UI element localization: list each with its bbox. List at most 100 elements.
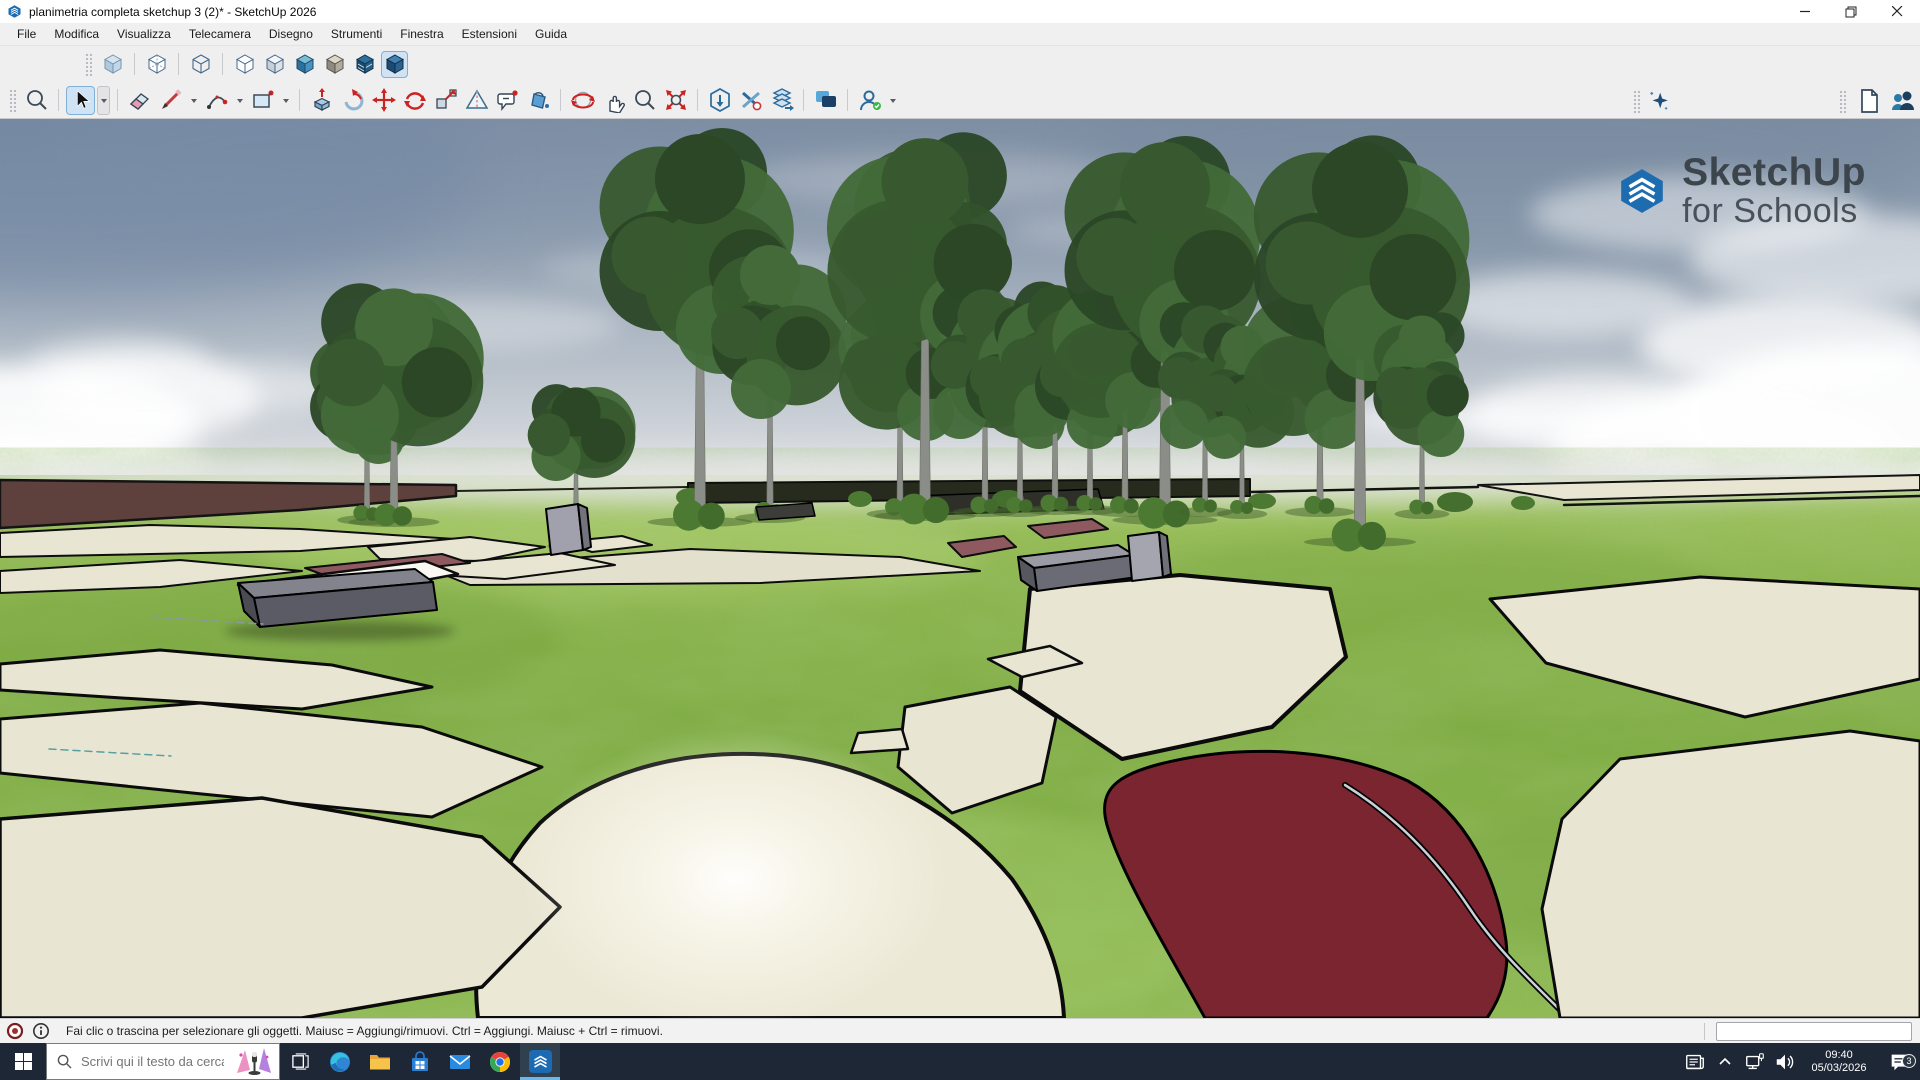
taskbar-app-sketchup[interactable] (520, 1043, 560, 1080)
taskbar-app-store[interactable] (400, 1043, 440, 1080)
minimize-button[interactable] (1782, 0, 1828, 23)
task-view-button[interactable] (280, 1043, 320, 1080)
select-tool-button[interactable] (66, 86, 95, 115)
zoom-search-button[interactable] (22, 86, 51, 115)
bush (1511, 496, 1535, 510)
style-wireframe-button[interactable] (187, 51, 214, 78)
close-button[interactable] (1874, 0, 1920, 23)
arc-tool-dropdown[interactable] (233, 87, 246, 114)
search-icon (24, 87, 50, 113)
pan-tool-button[interactable] (599, 86, 628, 115)
new-document-button[interactable] (1854, 86, 1883, 115)
paint-bucket-tool-button[interactable] (524, 86, 553, 115)
style-hidden-line-button[interactable] (231, 51, 258, 78)
rotate-tool-button[interactable] (400, 86, 429, 115)
info-icon (32, 1022, 50, 1040)
toolbar-grip[interactable] (1838, 89, 1846, 113)
orbit-tool-button[interactable] (568, 86, 597, 115)
measurements-input[interactable] (1716, 1022, 1912, 1041)
start-button[interactable] (0, 1043, 46, 1080)
scale-tool-button[interactable] (431, 86, 460, 115)
ai-assistant-button[interactable] (1644, 86, 1673, 115)
style-active-button[interactable] (381, 51, 408, 78)
extension-warehouse-button[interactable] (736, 86, 765, 115)
label-tool-button[interactable] (493, 86, 522, 115)
arc-tool-button[interactable] (202, 86, 231, 115)
back-edges-cube-icon (146, 52, 168, 76)
measure-tool-button[interactable] (462, 86, 491, 115)
style-xray-button[interactable] (99, 51, 126, 78)
taskbar-search[interactable] (46, 1043, 280, 1080)
bush (1437, 492, 1473, 512)
hidden-icons-button[interactable] (1710, 1054, 1740, 1070)
network-icon (1744, 1051, 1766, 1073)
account-dropdown[interactable] (886, 87, 899, 114)
monochrome-cube-icon (324, 52, 346, 76)
file-explorer-icon (368, 1050, 392, 1074)
menu-finestra[interactable]: Finestra (391, 24, 452, 44)
line-tool-dropdown[interactable] (187, 87, 200, 114)
pan-hand-icon (601, 87, 627, 113)
toolbar-grip[interactable] (8, 88, 16, 112)
cloud (1530, 176, 1870, 252)
stacked-layers-icon (769, 87, 795, 113)
action-center-button[interactable]: 3 (1878, 1051, 1920, 1073)
style-textured-dark-button[interactable] (351, 51, 378, 78)
news-widget-button[interactable] (1680, 1051, 1710, 1073)
menu-guida[interactable]: Guida (526, 24, 576, 44)
style-shaded-button[interactable] (261, 51, 288, 78)
feedback-chat-button[interactable] (811, 86, 840, 115)
3d-warehouse-button[interactable] (705, 86, 734, 115)
rectangle-tool-dropdown[interactable] (279, 87, 292, 114)
titlebar: planimetria completa sketchup 3 (2)* - S… (0, 0, 1920, 23)
statusbar: Fai clic o trascina per selezionare gli … (0, 1018, 1920, 1043)
move-tool-button[interactable] (369, 86, 398, 115)
rectangle-tool-button[interactable] (248, 86, 277, 115)
menu-disegno[interactable]: Disegno (260, 24, 322, 44)
sketchup-app-icon (528, 1049, 553, 1074)
line-tool-button[interactable] (156, 86, 185, 115)
menu-visualizza[interactable]: Visualizza (108, 24, 180, 44)
menu-modifica[interactable]: Modifica (45, 24, 108, 44)
style-back-edges-button[interactable] (143, 51, 170, 78)
edge-icon (328, 1050, 352, 1074)
zoom-tool-button[interactable] (630, 86, 659, 115)
style-shaded-textures-button[interactable] (291, 51, 318, 78)
menu-estensioni[interactable]: Estensioni (453, 24, 526, 44)
network-button[interactable] (1740, 1051, 1770, 1073)
chevron-up-icon (1717, 1054, 1733, 1070)
search-highlight-graphic (233, 1047, 275, 1077)
panel2-front (1128, 532, 1163, 581)
taskbar-app-edge[interactable] (320, 1043, 360, 1080)
taskbar-app-chrome[interactable] (480, 1043, 520, 1080)
layers-share-button[interactable] (767, 86, 796, 115)
account-button[interactable] (855, 86, 884, 115)
classroom-button[interactable] (1887, 86, 1916, 115)
people-icon (1889, 88, 1915, 114)
taskbar-clock[interactable]: 09:40 05/03/2026 (1800, 1049, 1878, 1075)
wireframe-cube-icon (190, 52, 212, 76)
menu-telecamera[interactable]: Telecamera (180, 24, 260, 44)
taskbar-search-input[interactable] (79, 1053, 226, 1070)
menu-strumenti[interactable]: Strumenti (322, 24, 391, 44)
panel-front (546, 504, 583, 555)
eraser-tool-button[interactable] (125, 86, 154, 115)
push-pull-tool-button[interactable] (307, 86, 336, 115)
zoom-extents-button[interactable] (661, 86, 690, 115)
style-monochrome-button[interactable] (321, 51, 348, 78)
restore-button[interactable] (1828, 0, 1874, 23)
menu-file[interactable]: File (8, 24, 45, 44)
toolbar-grip[interactable] (84, 52, 92, 76)
orbit-icon (570, 87, 596, 113)
label-icon (495, 87, 521, 113)
taskbar-app-mail[interactable] (440, 1043, 480, 1080)
select-tool-dropdown[interactable] (97, 86, 110, 115)
mail-icon (448, 1050, 472, 1074)
follow-me-tool-button[interactable] (338, 86, 367, 115)
3d-viewport[interactable]: SketchUp for Schools (0, 119, 1920, 1018)
volume-button[interactable] (1770, 1051, 1800, 1073)
toolbar-grip[interactable] (1632, 89, 1640, 113)
taskbar-app-explorer[interactable] (360, 1043, 400, 1080)
follow-me-icon (340, 87, 366, 113)
paint-bucket-icon (526, 87, 552, 113)
